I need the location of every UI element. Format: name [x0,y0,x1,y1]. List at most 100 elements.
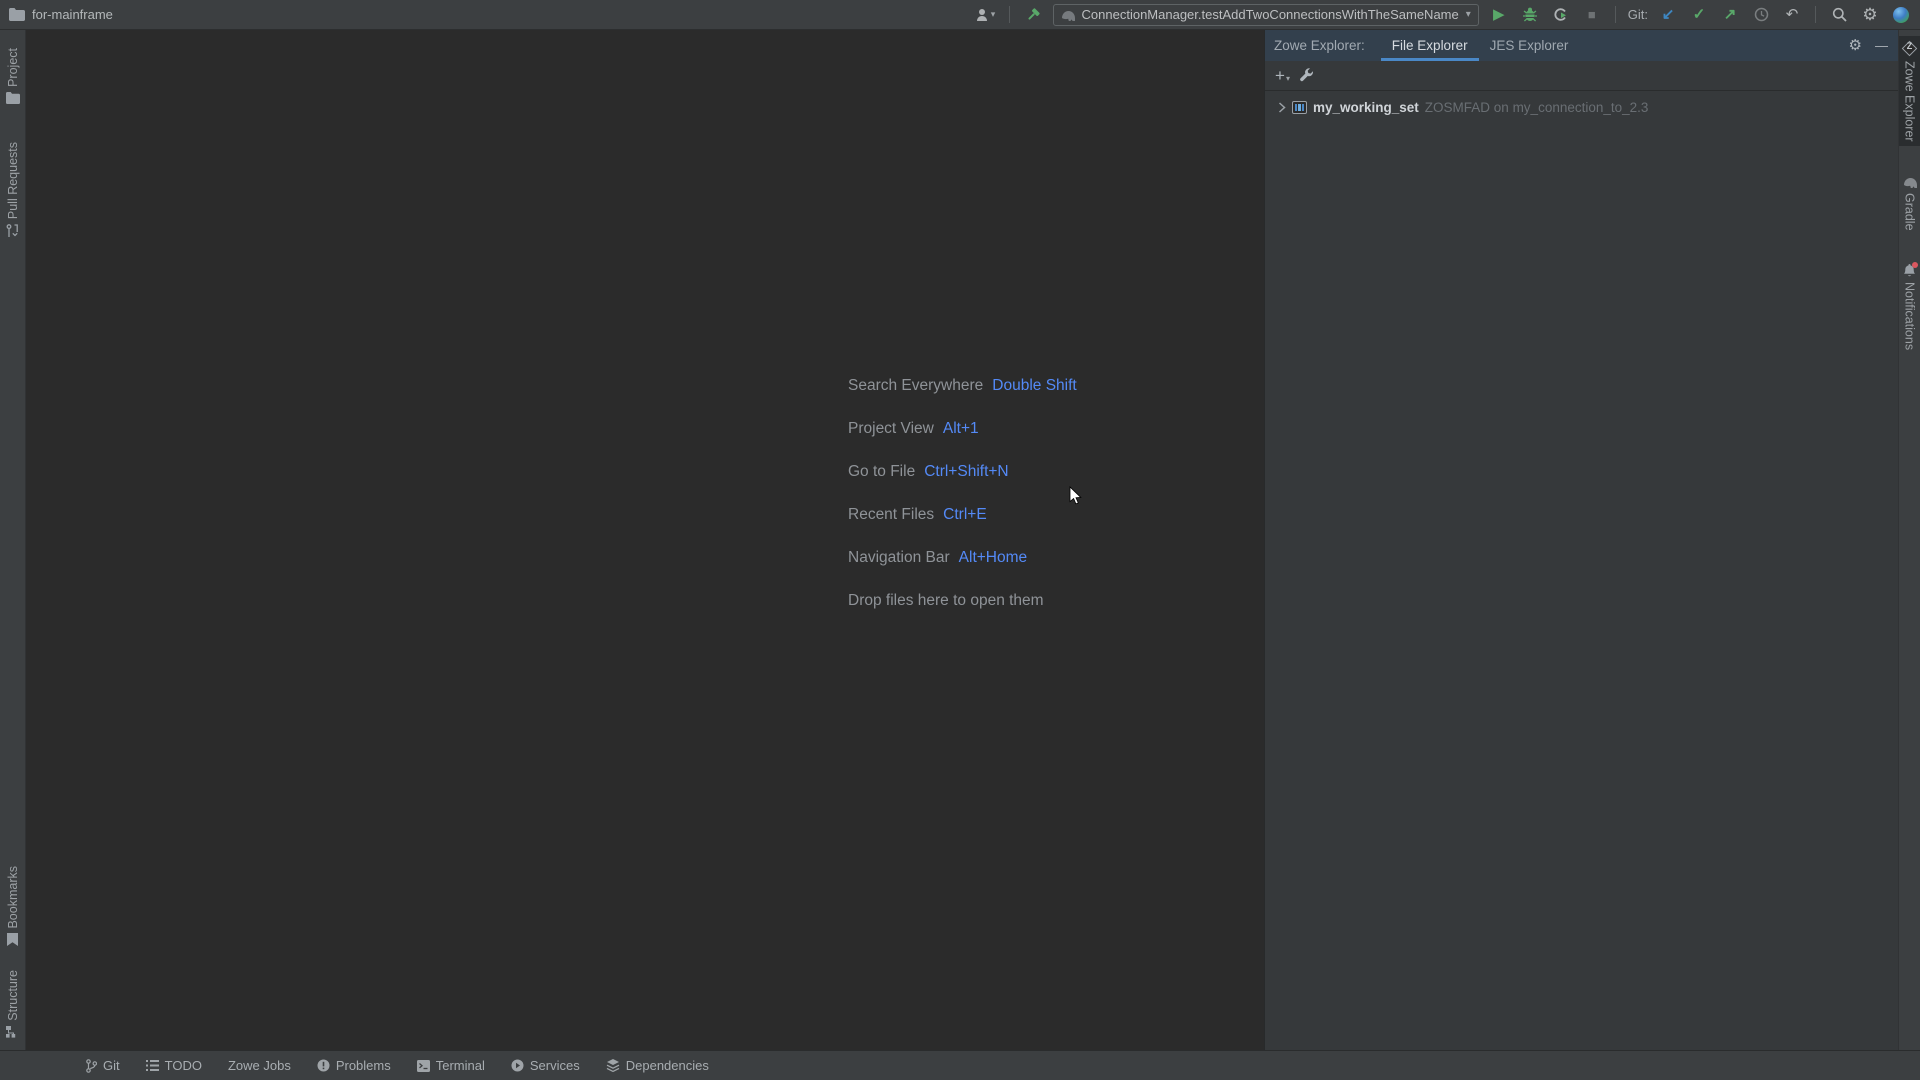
working-set-icon [1292,100,1307,114]
stripe-item-gradle[interactable]: Gradle [1899,172,1920,235]
tool-window-header: Zowe Explorer: File Explorer JES Explore… [1265,30,1898,61]
gear-icon: ⚙ [1848,36,1862,54]
stop-icon: ■ [1587,7,1596,22]
bug-icon [1522,7,1537,22]
drop-files-hint: Drop files here to open them [848,591,1044,609]
tab-file-explorer[interactable]: File Explorer [1380,30,1479,61]
statusbar-item-git[interactable]: Git [86,1058,120,1073]
working-set-tree-row[interactable]: my_working_set ZOSMFAD on my_connection_… [1265,96,1898,118]
run-icon: ▶ [1492,6,1505,23]
stripe-label: Notifications [1902,282,1917,351]
stripe-item-zowe-explorer[interactable]: Z Zowe Explorer [1899,36,1920,146]
history-button[interactable] [1750,4,1772,26]
file-explorer-tree: my_working_set ZOSMFAD on my_connection_… [1265,91,1898,118]
sphere-icon [1893,6,1909,23]
mouse-cursor [1069,486,1083,506]
git-push-button[interactable]: ↗ [1719,4,1741,26]
statusbar-item-dependencies[interactable]: Dependencies [606,1058,709,1073]
statusbar-item-services[interactable]: Services [511,1058,580,1073]
statusbar-item-zowe-jobs[interactable]: Zowe Jobs [228,1058,291,1073]
keyboard-shortcuts-hint: Search Everywhere Double Shift Project V… [848,364,1077,622]
problems-icon [317,1059,330,1072]
zowe-icon: Z [1901,40,1918,56]
bookmark-icon [7,933,18,947]
commit-check-icon: ✓ [1692,6,1706,23]
gradle-icon [1902,176,1917,188]
working-set-detail: ZOSMFAD on my_connection_to_2.3 [1424,99,1649,115]
git-branch-icon [86,1058,97,1073]
title-bar: for-mainframe ▾ ConnectionManager.testAd… [0,0,1920,30]
stripe-item-bookmarks[interactable]: Bookmarks [6,862,20,951]
todo-list-icon [145,1060,159,1071]
terminal-icon [416,1059,430,1072]
zowe-explorer-tool-window: Zowe Explorer: File Explorer JES Explore… [1264,30,1898,1050]
git-update-button[interactable]: ↙ [1657,4,1679,26]
tool-window-title: Zowe Explorer: [1274,38,1365,53]
git-label: Git: [1627,7,1648,22]
statusbar-item-problems[interactable]: Problems [317,1058,391,1073]
toolbar-separator [1614,6,1616,23]
left-tool-stripe: Project Pull Requests Bookmarks Structur… [0,30,26,1050]
pull-request-icon [6,224,19,238]
caret-down-icon: ▾ [1285,73,1290,83]
stop-button[interactable]: ■ [1581,4,1603,26]
tool-window-settings-button[interactable]: ⚙ [1849,37,1862,55]
project-title: for-mainframe [0,7,113,22]
minimize-icon: — [1875,37,1888,53]
stripe-item-structure[interactable]: Structure [6,966,20,1042]
notification-badge [1912,262,1918,269]
tab-jes-explorer[interactable]: JES Explorer [1479,30,1580,61]
debug-button[interactable] [1519,4,1541,26]
run-with-coverage-button[interactable] [1550,4,1572,26]
statusbar-item-todo[interactable]: TODO [145,1058,202,1073]
stripe-item-project[interactable]: Project [5,44,20,108]
structure-icon [6,1026,19,1038]
project-folder-icon [9,8,25,21]
wrench-icon [1300,68,1313,82]
stripe-item-notifications[interactable]: Notifications [1899,260,1920,354]
shortcut-row: Recent Files Ctrl+E [848,505,987,523]
settings-button[interactable]: ⚙ [1859,4,1881,26]
chevron-right-icon[interactable] [1278,101,1286,113]
push-arrow-icon: ↗ [1723,6,1737,23]
git-commit-button[interactable]: ✓ [1688,4,1710,26]
shortcut-row: Project View Alt+1 [848,419,979,437]
rollback-arrow-icon: ↶ [1785,6,1799,23]
gradle-icon [1060,9,1075,21]
folder-icon [5,91,20,104]
run-button[interactable]: ▶ [1488,4,1510,26]
shortcut-row: Search Everywhere Double Shift [848,376,1077,394]
main-toolbar: ▾ ConnectionManager.testAddTwoConnection… [975,3,1920,26]
right-tool-stripe: Z Zowe Explorer Gradle Notifications [1898,30,1920,1050]
caret-down-icon: ▾ [990,9,996,19]
toolbar-separator [1815,6,1816,23]
stripe-label: Pull Requests [5,141,20,220]
tool-window-toolbar: + ▾ [1265,61,1898,91]
profile-sphere-button[interactable] [1890,4,1912,26]
run-configuration-name: ConnectionManager.testAddTwoConnectionsW… [1081,7,1459,22]
statusbar-item-terminal[interactable]: Terminal [416,1058,485,1073]
shortcut-row: Navigation Bar Alt+Home [848,548,1028,566]
build-hammer-button[interactable] [1022,4,1044,26]
services-icon [511,1059,524,1072]
search-everywhere-button[interactable] [1828,4,1850,26]
gear-icon: ⚙ [1862,5,1878,24]
caret-down-icon: ▾ [1465,9,1471,20]
hide-tool-window-button[interactable]: — [1875,37,1888,55]
stripe-item-pull-requests[interactable]: Pull Requests [6,138,20,241]
project-name: for-mainframe [32,7,113,22]
rollback-button[interactable]: ↶ [1781,4,1803,26]
add-working-set-button[interactable]: + ▾ [1275,67,1290,84]
update-arrow-icon: ↙ [1661,6,1675,23]
editor-area: Search Everywhere Double Shift Project V… [27,31,1264,1050]
coverage-icon [1554,8,1567,21]
user-dropdown-button[interactable]: ▾ [975,4,997,26]
stripe-label: Zowe Explorer [1902,61,1917,142]
stripe-label: Gradle [1902,192,1917,231]
status-bar: Git TODO Zowe Jobs Problems Terminal Ser… [0,1050,1920,1080]
working-set-name: my_working_set [1313,99,1419,115]
notification-bell-icon [1903,262,1918,277]
edit-working-set-button[interactable] [1299,68,1314,83]
stripe-label: Structure [5,970,20,1021]
run-configuration-select[interactable]: ConnectionManager.testAddTwoConnectionsW… [1052,3,1479,26]
